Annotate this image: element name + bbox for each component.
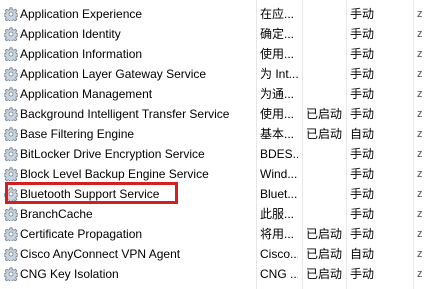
gear-icon: [3, 227, 19, 243]
service-name: Certificate Propagation: [20, 227, 143, 241]
service-startup-type: 手动: [350, 187, 375, 201]
service-name: Bluetooth Support Service: [20, 187, 160, 201]
service-startup-type: 自动: [350, 247, 375, 261]
service-description: BDES...: [260, 147, 298, 161]
service-row[interactable]: Block Level Backup Engine Service Wind...…: [0, 164, 431, 184]
service-row[interactable]: BranchCache 此服... 手动 z: [0, 204, 431, 224]
gear-icon: [3, 67, 19, 83]
gear-icon: [3, 7, 19, 23]
service-name: Base Filtering Engine: [20, 127, 135, 141]
service-row[interactable]: Background Intelligent Transfer Service 使…: [0, 104, 431, 124]
service-row[interactable]: Bluetooth Support Service Bluet... 手动 z: [0, 184, 431, 204]
service-description: 确定...: [260, 27, 295, 41]
service-logon-truncated: z: [417, 88, 423, 100]
service-description: 为 Int...: [260, 67, 298, 81]
service-startup-type: 自动: [350, 127, 375, 141]
gear-icon: [3, 167, 19, 183]
service-status: 已启动: [306, 227, 343, 241]
service-name: Application Identity: [20, 27, 121, 41]
service-name: CNG Key Isolation: [20, 267, 119, 281]
service-startup-type: 手动: [350, 87, 375, 101]
service-row[interactable]: Cisco AnyConnect VPN Agent Cisco... 已启动 自动 z: [0, 244, 431, 264]
service-status: 已启动: [306, 247, 343, 261]
service-logon-truncated: z: [417, 28, 423, 40]
service-startup-type: 手动: [350, 67, 375, 81]
service-row[interactable]: Certificate Propagation 将用... 已启动 手动 z: [0, 224, 431, 244]
service-name: Cisco AnyConnect VPN Agent: [20, 247, 181, 261]
gear-icon: [3, 247, 19, 263]
service-startup-type: 手动: [350, 147, 375, 161]
service-status: 已启动: [306, 107, 343, 121]
service-logon-truncated: z: [417, 108, 423, 120]
service-name: BitLocker Drive Encryption Service: [20, 147, 205, 161]
service-row[interactable]: CNG Key Isolation CNG ... 已启动 手动 z: [0, 264, 431, 284]
service-name: Background Intelligent Transfer Service: [20, 107, 230, 121]
service-startup-type: 手动: [350, 7, 375, 21]
service-logon-truncated: z: [417, 268, 423, 280]
service-startup-type: 手动: [350, 227, 375, 241]
gear-icon: [3, 27, 19, 43]
service-description: 此服...: [260, 207, 295, 221]
service-name: Block Level Backup Engine Service: [20, 167, 209, 181]
service-logon-truncated: z: [417, 48, 423, 60]
service-startup-type: 手动: [350, 267, 375, 281]
service-logon-truncated: z: [417, 68, 423, 80]
service-description: 在应...: [260, 7, 295, 21]
service-logon-truncated: z: [417, 8, 423, 20]
service-name: Application Management: [20, 87, 153, 101]
service-name: Application Information: [20, 47, 143, 61]
service-description: 使用...: [260, 47, 295, 61]
service-startup-type: 手动: [350, 47, 375, 61]
service-description: Wind...: [260, 167, 298, 181]
service-row[interactable]: Application Layer Gateway Service 为 Int..…: [0, 64, 431, 84]
service-row[interactable]: Application Management 为通... 手动 z: [0, 84, 431, 104]
service-row[interactable]: Base Filtering Engine 基本... 已启动 自动 z: [0, 124, 431, 144]
services-list: Application Experience 在应... 手动 z Applicatio…: [0, 4, 431, 284]
service-description: 使用...: [260, 107, 295, 121]
service-description: Bluet...: [260, 187, 298, 201]
service-name: BranchCache: [20, 207, 93, 221]
gear-icon: [3, 187, 19, 203]
gear-icon: [3, 87, 19, 103]
service-name: Application Layer Gateway Service: [20, 67, 207, 81]
service-description: CNG ...: [260, 267, 298, 281]
service-logon-truncated: z: [417, 148, 423, 160]
service-row[interactable]: BitLocker Drive Encryption Service BDES..…: [0, 144, 431, 164]
gear-icon: [3, 207, 19, 223]
service-startup-type: 手动: [350, 167, 375, 181]
service-logon-truncated: z: [417, 228, 423, 240]
service-description: 基本...: [260, 127, 295, 141]
gear-icon: [3, 147, 19, 163]
service-startup-type: 手动: [350, 27, 375, 41]
gear-icon: [3, 47, 19, 63]
service-logon-truncated: z: [417, 188, 423, 200]
service-name: Application Experience: [20, 7, 143, 21]
service-startup-type: 手动: [350, 107, 375, 121]
gear-icon: [3, 267, 19, 283]
service-status: 已启动: [306, 127, 343, 141]
service-row[interactable]: Application Experience 在应... 手动 z: [0, 4, 431, 24]
service-logon-truncated: z: [417, 128, 423, 140]
service-row[interactable]: Application Information 使用... 手动 z: [0, 44, 431, 64]
service-row[interactable]: Application Identity 确定... 手动 z: [0, 24, 431, 44]
service-description: Cisco...: [260, 247, 298, 261]
service-description: 为通...: [260, 87, 295, 101]
gear-icon: [3, 107, 19, 123]
service-description: 将用...: [260, 227, 295, 241]
service-startup-type: 手动: [350, 207, 375, 221]
gear-icon: [3, 127, 19, 143]
service-logon-truncated: z: [417, 208, 423, 220]
service-logon-truncated: z: [417, 248, 423, 260]
service-status: 已启动: [306, 267, 343, 281]
service-logon-truncated: z: [417, 168, 423, 180]
